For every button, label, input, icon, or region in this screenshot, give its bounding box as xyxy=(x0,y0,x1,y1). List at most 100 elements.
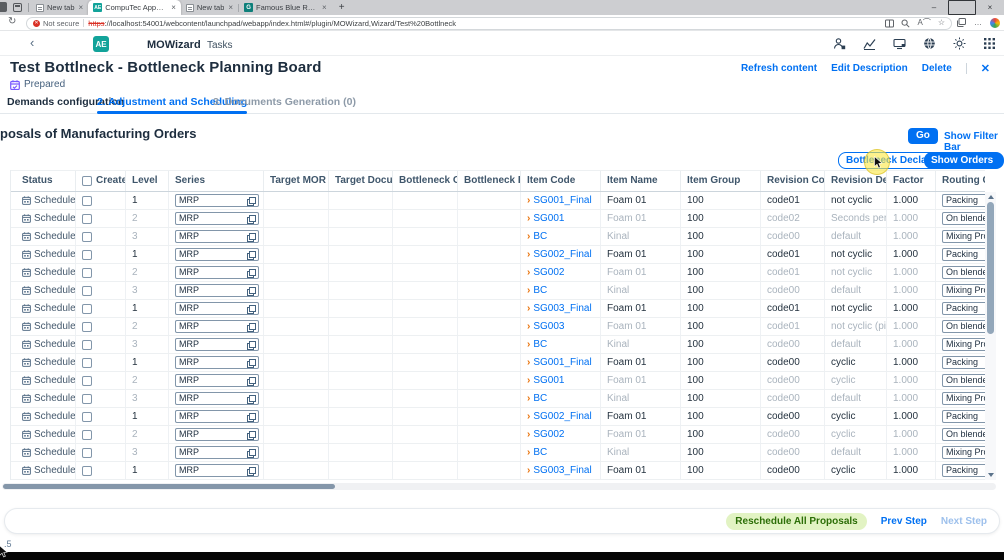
value-help-copy-icon[interactable] xyxy=(247,305,255,313)
series-input[interactable]: MRP xyxy=(175,410,259,423)
new-tab-button[interactable]: + xyxy=(332,2,352,13)
create-checkbox[interactable] xyxy=(82,448,92,458)
series-input[interactable]: MRP xyxy=(175,212,259,225)
close-tab-icon[interactable]: × xyxy=(322,3,327,12)
create-checkbox[interactable] xyxy=(82,412,92,422)
horizontal-scrollbar[interactable] xyxy=(2,483,996,490)
expand-chevron-icon[interactable]: › xyxy=(527,426,530,443)
series-input[interactable]: MRP xyxy=(175,338,259,351)
column-header-target-mor-no[interactable]: Target MOR No. xyxy=(264,171,329,191)
series-input[interactable]: MRP xyxy=(175,320,259,333)
column-header-level[interactable]: Level xyxy=(126,171,169,191)
item-code-link[interactable]: SG002 xyxy=(533,426,564,443)
app-logo[interactable]: AE xyxy=(93,36,109,52)
series-input[interactable]: MRP xyxy=(175,428,259,441)
reload-icon[interactable]: ↻ xyxy=(8,16,16,27)
create-checkbox[interactable] xyxy=(82,394,92,404)
value-help-copy-icon[interactable] xyxy=(247,395,255,403)
expand-chevron-icon[interactable]: › xyxy=(527,444,530,461)
value-help-copy-icon[interactable] xyxy=(247,467,255,475)
series-input[interactable]: MRP xyxy=(175,374,259,387)
item-code-link[interactable]: BC xyxy=(533,444,547,461)
go-button[interactable]: Go xyxy=(908,128,938,144)
close-tab-icon[interactable]: × xyxy=(79,3,84,12)
value-help-copy-icon[interactable] xyxy=(247,215,255,223)
delete-link[interactable]: Delete xyxy=(922,63,952,74)
select-all-checkbox[interactable] xyxy=(82,176,92,186)
horizontal-scroll-thumb[interactable] xyxy=(3,484,335,489)
search-icon[interactable] xyxy=(901,19,910,28)
value-help-copy-icon[interactable] xyxy=(247,359,255,367)
analytics-icon[interactable] xyxy=(863,37,876,50)
routing-code-input[interactable]: On blenders xyxy=(942,374,985,387)
create-checkbox[interactable] xyxy=(82,466,92,476)
column-header-series[interactable]: Series xyxy=(169,171,264,191)
close-tab-icon[interactable]: × xyxy=(171,3,176,12)
favorites-star-icon[interactable]: ☆ xyxy=(938,19,945,27)
scroll-up-arrow[interactable] xyxy=(988,195,994,199)
restore-button[interactable] xyxy=(948,0,976,15)
routing-code-input[interactable]: On blenders xyxy=(942,266,985,279)
item-code-link[interactable]: SG002_Final xyxy=(533,408,591,425)
series-input[interactable]: MRP xyxy=(175,392,259,405)
item-code-link[interactable]: SG002 xyxy=(533,264,564,281)
column-header-routing-code[interactable]: Routing Code xyxy=(936,171,985,191)
value-help-copy-icon[interactable] xyxy=(247,431,255,439)
tab-actions-icon[interactable] xyxy=(13,3,22,12)
close-tab-icon[interactable]: × xyxy=(228,3,233,12)
routing-code-input[interactable]: Mixing Process xyxy=(942,230,985,243)
item-code-link[interactable]: SG001_Final xyxy=(533,354,591,371)
create-checkbox[interactable] xyxy=(82,196,92,206)
address-bar[interactable]: ✕ Not secure https ://localhost:54001/we… xyxy=(26,17,952,30)
expand-chevron-icon[interactable]: › xyxy=(527,336,530,353)
vertical-scroll-thumb[interactable] xyxy=(987,202,994,334)
show-orders-graph-button[interactable]: Show Orders Graph xyxy=(924,152,1004,169)
series-input[interactable]: MRP xyxy=(175,356,259,369)
create-checkbox[interactable] xyxy=(82,430,92,440)
series-input[interactable]: MRP xyxy=(175,248,259,261)
routing-code-input[interactable]: Mixing Process xyxy=(942,284,985,297)
item-code-link[interactable]: BC xyxy=(533,282,547,299)
item-code-link[interactable]: SG003_Final xyxy=(533,462,591,479)
routing-code-input[interactable]: On blenders xyxy=(942,428,985,441)
browser-tab[interactable]: New tab× xyxy=(31,0,88,15)
series-input[interactable]: MRP xyxy=(175,194,259,207)
column-header-revision-code[interactable]: Revision Code xyxy=(761,171,825,191)
close-window-button[interactable]: × xyxy=(976,0,1004,15)
column-header-target-document[interactable]: Target Document xyxy=(329,171,393,191)
expand-chevron-icon[interactable]: › xyxy=(527,462,530,479)
series-input[interactable]: MRP xyxy=(175,284,259,297)
expand-chevron-icon[interactable]: › xyxy=(527,228,530,245)
create-checkbox[interactable] xyxy=(82,340,92,350)
user-settings-icon[interactable] xyxy=(833,37,846,50)
series-input[interactable]: MRP xyxy=(175,446,259,459)
expand-chevron-icon[interactable]: › xyxy=(527,390,530,407)
item-code-link[interactable]: SG003 xyxy=(533,318,564,335)
profile-avatar[interactable] xyxy=(990,18,1000,28)
column-header-factor[interactable]: Factor xyxy=(887,171,936,191)
routing-code-input[interactable]: Packing xyxy=(942,194,985,207)
value-help-copy-icon[interactable] xyxy=(247,287,255,295)
expand-chevron-icon[interactable]: › xyxy=(527,318,530,335)
item-code-link[interactable]: SG001 xyxy=(533,210,564,227)
create-checkbox[interactable] xyxy=(82,376,92,386)
routing-code-input[interactable]: On blenders xyxy=(942,212,985,225)
value-help-copy-icon[interactable] xyxy=(247,269,255,277)
column-header-status[interactable]: Status xyxy=(11,171,76,191)
routing-code-input[interactable]: On blenders xyxy=(942,320,985,333)
column-header-create[interactable]: Create xyxy=(76,171,126,191)
create-checkbox[interactable] xyxy=(82,304,92,314)
series-input[interactable]: MRP xyxy=(175,230,259,243)
value-help-copy-icon[interactable] xyxy=(247,413,255,421)
tab-documents-generation[interactable]: 3. Documents Generation (0) xyxy=(213,96,356,108)
routing-code-input[interactable]: Packing xyxy=(942,410,985,423)
value-help-copy-icon[interactable] xyxy=(247,341,255,349)
create-checkbox[interactable] xyxy=(82,286,92,296)
expand-chevron-icon[interactable]: › xyxy=(527,246,530,263)
column-header-bottleneck-ope[interactable]: Bottleneck Ope... xyxy=(393,171,458,191)
edit-description-link[interactable]: Edit Description xyxy=(831,63,908,74)
column-header-item-code[interactable]: Item Code xyxy=(521,171,601,191)
reschedule-all-proposals-button[interactable]: Reschedule All Proposals xyxy=(726,513,866,530)
expand-chevron-icon[interactable]: › xyxy=(527,372,530,389)
create-checkbox[interactable] xyxy=(82,358,92,368)
